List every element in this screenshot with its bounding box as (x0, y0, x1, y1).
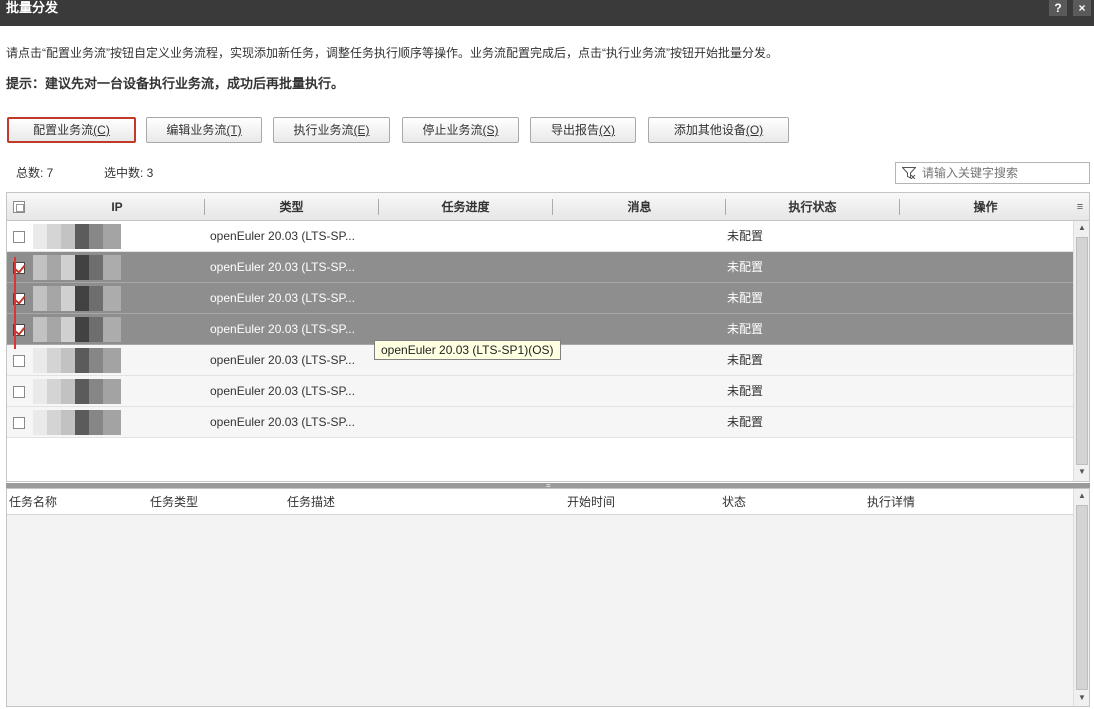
exec-status: 未配置 (727, 415, 764, 429)
ip-address-redacted (33, 317, 121, 342)
add-device-key: (O) (745, 123, 764, 137)
column-header-message[interactable]: 消息 (553, 193, 726, 221)
device-type: openEuler 20.03 (LTS-SP... (210, 229, 355, 243)
edit-flow-label: 编辑业务流 (166, 123, 227, 137)
column-header-exec-status[interactable]: 执行状态 (726, 193, 899, 221)
scroll-down-icon[interactable]: ▼ (1074, 465, 1090, 479)
scroll-down-icon[interactable]: ▼ (1074, 691, 1090, 705)
selected-count: 选中数: 3 (104, 166, 154, 180)
stop-flow-button[interactable]: 停止业务流(S) (402, 117, 519, 143)
ip-address-redacted (33, 410, 121, 435)
exec-status: 未配置 (727, 291, 764, 305)
column-header-progress[interactable]: 任务进度 (379, 193, 552, 221)
filter-icon (902, 167, 916, 179)
task-table-scrollbar[interactable]: ▲ ▼ (1073, 489, 1089, 706)
stop-flow-label: 停止业务流 (422, 123, 483, 137)
scroll-up-icon[interactable]: ▲ (1074, 221, 1090, 235)
select-all-checkbox[interactable] (13, 201, 25, 213)
column-header-ip[interactable]: IP (27, 193, 207, 221)
execute-flow-button[interactable]: 执行业务流(E) (273, 117, 390, 143)
ip-address-redacted (33, 348, 121, 373)
scroll-up-icon[interactable]: ▲ (1074, 489, 1090, 503)
device-table-scrollbar[interactable]: ▲ ▼ (1073, 221, 1089, 481)
configure-flow-label: 配置业务流 (33, 123, 94, 137)
configure-flow-key: (C) (93, 123, 110, 137)
device-type: openEuler 20.03 (LTS-SP... (210, 322, 355, 336)
device-type: openEuler 20.03 (LTS-SP... (210, 415, 355, 429)
column-header-task-status[interactable]: 状态 (722, 489, 746, 515)
device-type: openEuler 20.03 (LTS-SP... (210, 384, 355, 398)
total-count: 总数: 7 (16, 166, 54, 180)
edit-flow-button[interactable]: 编辑业务流(T) (146, 117, 262, 143)
export-report-label: 导出报告 (550, 123, 599, 137)
scrollbar-thumb[interactable] (1076, 505, 1088, 690)
ip-address-redacted (33, 224, 121, 249)
column-header-task-type[interactable]: 任务类型 (150, 489, 198, 515)
table-row[interactable]: openEuler 20.03 (LTS-SP... 未配置 (7, 221, 1073, 252)
export-report-button[interactable]: 导出报告(X) (530, 117, 636, 143)
task-table-header: 任务名称 任务类型 任务描述 开始时间 状态 执行详情 (7, 489, 1073, 515)
table-row[interactable]: openEuler 20.03 (LTS-SP... 未配置 (7, 283, 1073, 314)
type-tooltip: openEuler 20.03 (LTS-SP1)(OS) (374, 340, 561, 360)
device-type: openEuler 20.03 (LTS-SP... (210, 353, 355, 367)
row-checkbox[interactable] (13, 386, 25, 398)
add-device-label: 添加其他设备 (673, 123, 746, 137)
device-table: IP 类型 任务进度 消息 执行状态 操作 ≡ openEuler 20.03 … (6, 192, 1090, 482)
exec-status: 未配置 (727, 384, 764, 398)
search-box[interactable] (895, 162, 1090, 184)
row-checkbox[interactable] (13, 231, 25, 243)
row-checkbox[interactable] (13, 417, 25, 429)
exec-status: 未配置 (727, 260, 764, 274)
exec-status: 未配置 (727, 229, 764, 243)
column-header-type[interactable]: 类型 (205, 193, 378, 221)
window-title: 批量分发 (6, 0, 59, 15)
stop-flow-key: (S) (482, 123, 499, 137)
ip-address-redacted (33, 255, 121, 280)
selection-highlight-marker (14, 257, 16, 349)
window-titlebar: 批量分发 ? × (0, 0, 1094, 26)
exec-status: 未配置 (727, 353, 764, 367)
column-header-exec-detail[interactable]: 执行详情 (867, 489, 915, 515)
ip-address-redacted (33, 286, 121, 311)
close-button[interactable]: × (1073, 0, 1091, 16)
help-button[interactable]: ? (1049, 0, 1067, 16)
configure-flow-button[interactable]: 配置业务流(C) (7, 117, 136, 143)
device-type: openEuler 20.03 (LTS-SP... (210, 291, 355, 305)
column-header-operation[interactable]: 操作 (900, 193, 1071, 221)
search-input[interactable] (922, 165, 1087, 181)
column-header-start-time[interactable]: 开始时间 (567, 489, 615, 515)
table-row[interactable]: openEuler 20.03 (LTS-SP... 未配置 (7, 252, 1073, 283)
execute-flow-label: 执行业务流 (293, 123, 354, 137)
ip-address-redacted (33, 379, 121, 404)
add-device-button[interactable]: 添加其他设备(O) (648, 117, 789, 143)
device-type: openEuler 20.03 (LTS-SP... (210, 260, 355, 274)
export-report-key: (X) (599, 123, 615, 137)
column-header-task-desc[interactable]: 任务描述 (287, 489, 335, 515)
column-header-task-name[interactable]: 任务名称 (9, 489, 57, 515)
device-table-header: IP 类型 任务进度 消息 执行状态 操作 ≡ (7, 193, 1089, 221)
task-table: 任务名称 任务类型 任务描述 开始时间 状态 执行详情 ▲ ▼ (6, 488, 1090, 707)
hint-text: 提示：建议先对一台设备执行业务流，成功后再批量执行。 (6, 77, 345, 92)
row-checkbox[interactable] (13, 355, 25, 367)
table-row[interactable]: openEuler 20.03 (LTS-SP... 未配置 (7, 407, 1073, 438)
exec-status: 未配置 (727, 322, 764, 336)
table-row[interactable]: openEuler 20.03 (LTS-SP... 未配置 (7, 376, 1073, 407)
intro-text: 请点击“配置业务流”按钮自定义业务流程，实现添加新任务，调整任务执行顺序等操作。… (6, 46, 778, 60)
scrollbar-thumb[interactable] (1076, 237, 1088, 465)
edit-flow-key: (T) (226, 123, 242, 137)
column-menu-icon[interactable]: ≡ (1071, 193, 1089, 221)
execute-flow-key: (E) (353, 123, 370, 137)
